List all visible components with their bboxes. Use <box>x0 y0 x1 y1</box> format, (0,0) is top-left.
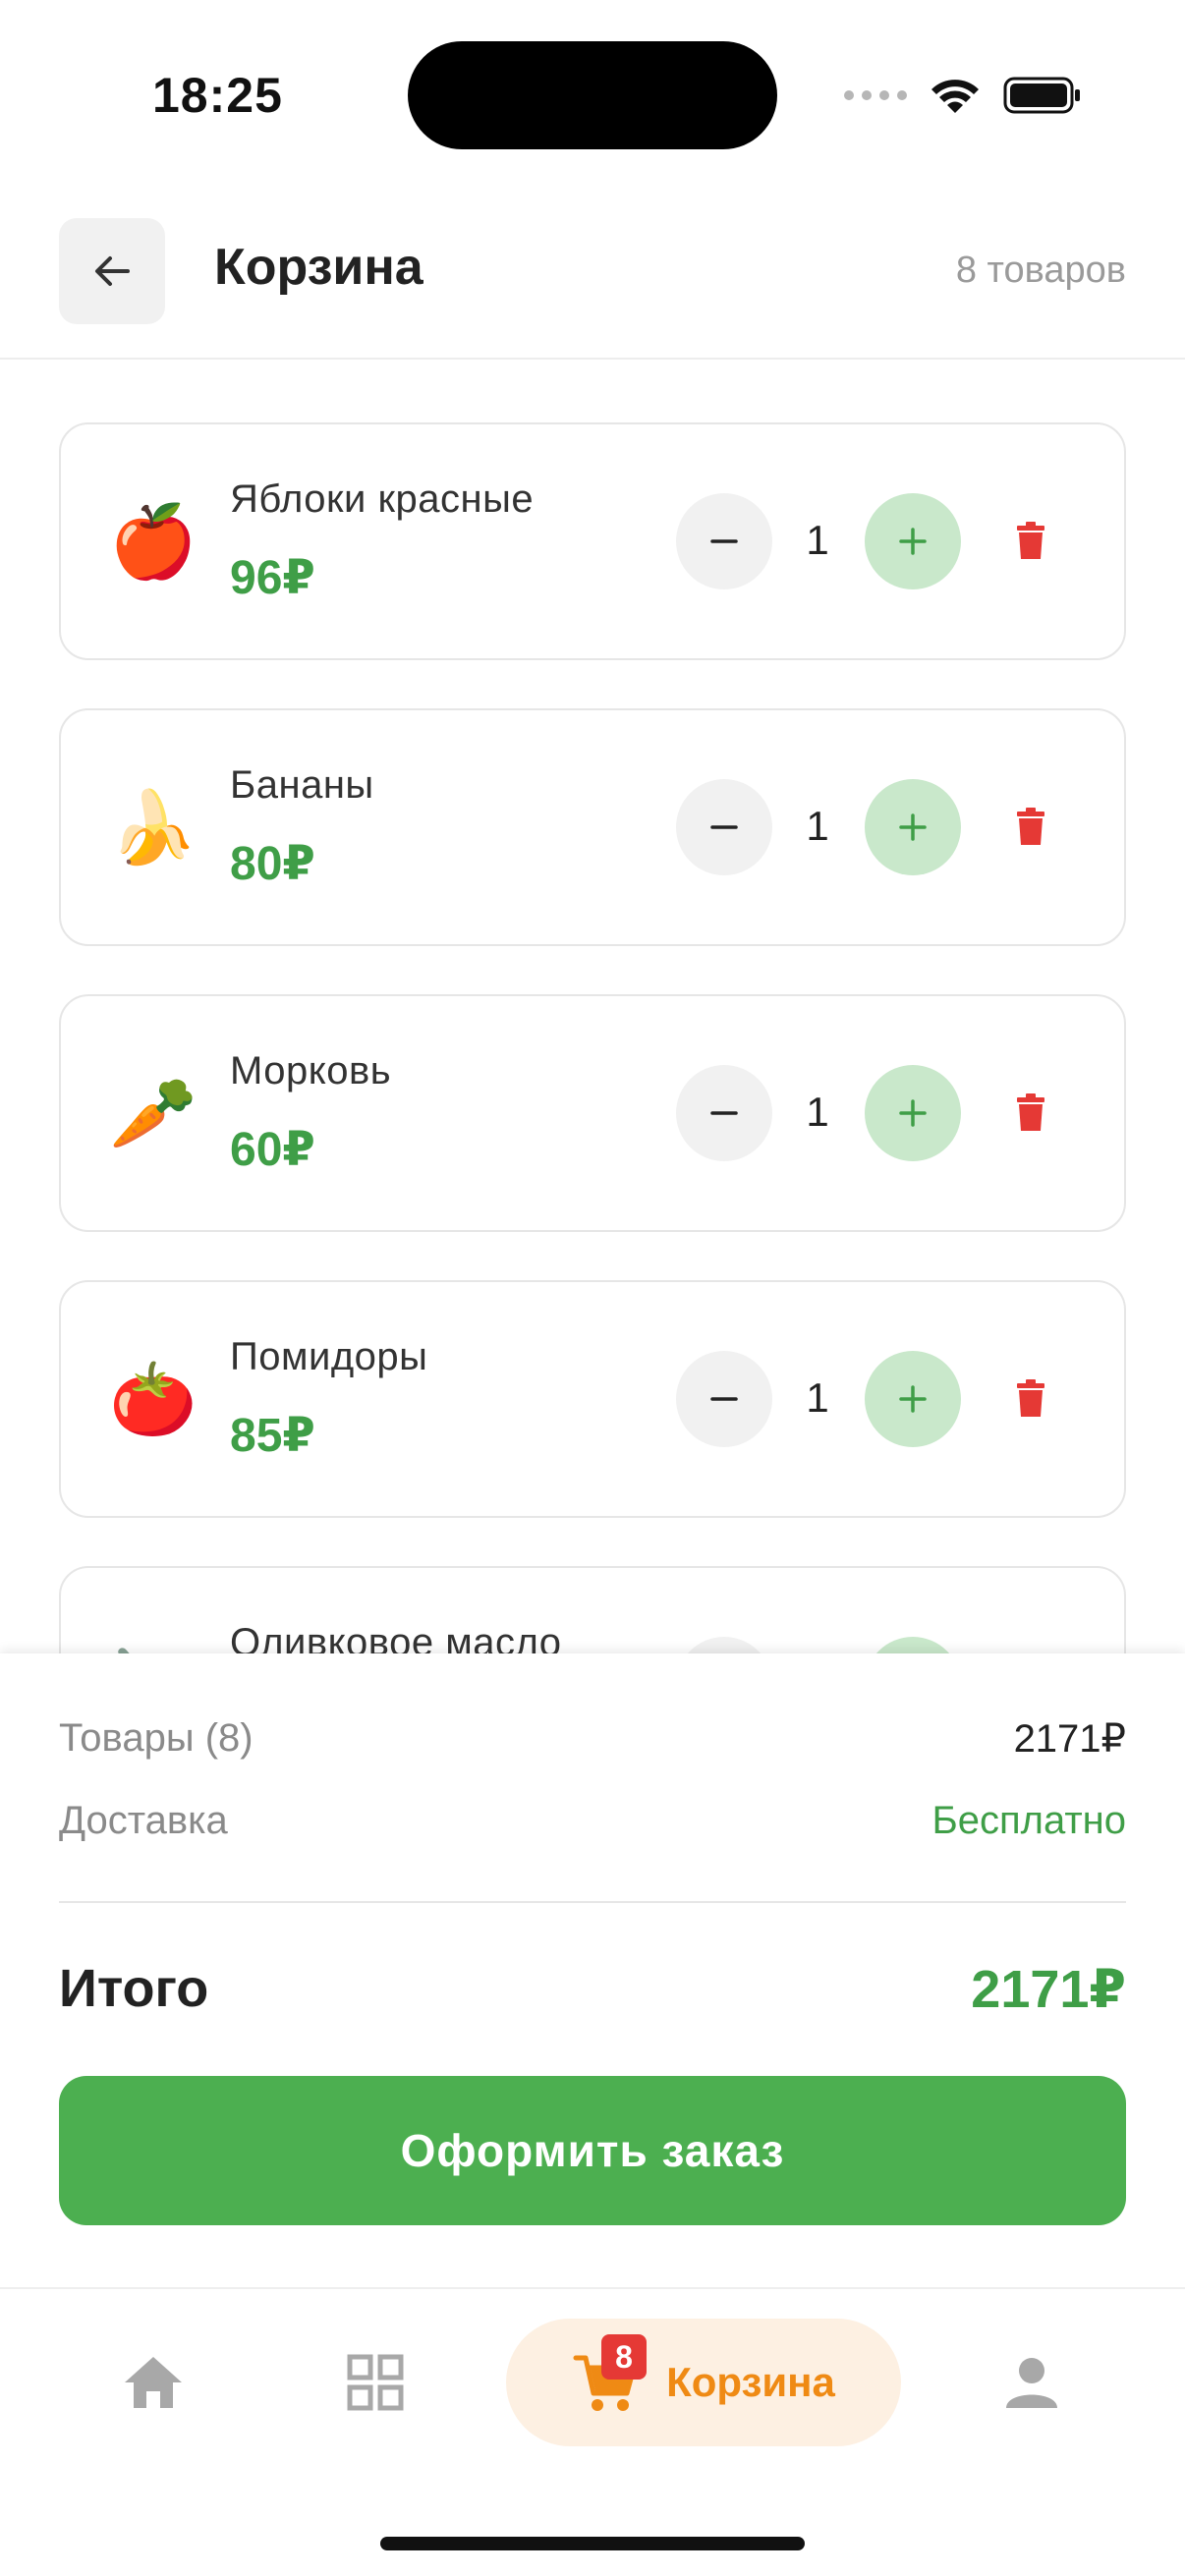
cart-badge: 8 <box>601 2334 648 2380</box>
carrot-icon: 🥕 <box>109 1075 198 1153</box>
product-price: 80₽ <box>230 838 315 890</box>
increase-quantity-button[interactable] <box>865 493 961 589</box>
trash-icon <box>1017 808 1044 845</box>
minus-icon <box>710 1397 738 1401</box>
product-price: 60₽ <box>230 1124 315 1176</box>
minus-icon <box>710 539 738 543</box>
decrease-quantity-button[interactable] <box>676 1351 772 1447</box>
tomato-icon: 🍅 <box>109 1361 198 1439</box>
home-indicator <box>380 2537 805 2550</box>
order-summary: Товары (8) 2171₽ Доставка Бесплатно Итог… <box>0 1653 1185 2287</box>
delete-item-button[interactable] <box>1008 1376 1053 1422</box>
product-name: Оливковое масло <box>230 1621 562 1653</box>
arrow-left-icon <box>95 256 130 286</box>
banana-icon: 🍌 <box>109 789 198 868</box>
plus-icon <box>899 1099 927 1127</box>
product-name: Бананы <box>230 763 374 807</box>
cart-icon-wrapper: 8 <box>572 2334 648 2417</box>
trash-icon <box>1017 1093 1044 1131</box>
header: Корзина 8 товаров <box>0 187 1185 360</box>
decrease-quantity-button[interactable] <box>676 1637 772 1653</box>
delete-item-button[interactable] <box>1008 805 1053 850</box>
product-name: Помидоры <box>230 1335 428 1378</box>
cart-item: 🥕 Морковь 60₽ 1 <box>59 994 1126 1232</box>
nav-profile[interactable] <box>973 2319 1091 2446</box>
divider <box>59 1901 1126 1903</box>
bottom-nav: 8 Корзина <box>0 2287 1185 2576</box>
quantity-value: 1 <box>806 1374 829 1421</box>
wifi-icon <box>931 80 979 113</box>
product-price: 85₽ <box>230 1410 315 1462</box>
cart-item: 🫒 Оливковое масло 1 <box>59 1566 1126 1653</box>
quantity-value: 1 <box>806 803 829 849</box>
goods-value: 2171₽ <box>1013 1717 1126 1761</box>
checkout-button[interactable]: Оформить заказ <box>59 2076 1126 2225</box>
increase-quantity-button[interactable] <box>865 1637 961 1653</box>
nav-cart-label: Корзина <box>666 2359 835 2405</box>
profile-icon <box>1006 2358 1057 2408</box>
delivery-value: Бесплатно <box>931 1799 1126 1842</box>
nav-catalog[interactable] <box>316 2319 434 2446</box>
plus-icon <box>899 528 927 555</box>
decrease-quantity-button[interactable] <box>676 1065 772 1161</box>
total-value: 2171₽ <box>971 1960 1126 2019</box>
delivery-label: Доставка <box>59 1799 228 1842</box>
delete-item-button[interactable] <box>1008 1091 1053 1136</box>
page-title: Корзина <box>214 239 423 296</box>
goods-label: Товары (8) <box>59 1716 254 1760</box>
battery-icon <box>1003 77 1080 114</box>
status-time: 18:25 <box>152 68 283 123</box>
back-button[interactable] <box>59 218 165 324</box>
increase-quantity-button[interactable] <box>865 779 961 875</box>
olive-oil-icon: 🫒 <box>106 1639 200 1653</box>
cart-list[interactable]: 🍎 Яблоки красные 96₽ 1 🍌 Бананы 80₽ 1 🥕 … <box>0 362 1185 1653</box>
dynamic-island <box>408 41 777 149</box>
product-price: 96₽ <box>230 552 315 604</box>
decrease-quantity-button[interactable] <box>676 779 772 875</box>
total-label: Итого <box>59 1959 209 2018</box>
total-row: Итого 2171₽ <box>59 1958 1126 2020</box>
cart-item: 🍅 Помидоры 85₽ 1 <box>59 1280 1126 1518</box>
cart-item: 🍌 Бананы 80₽ 1 <box>59 708 1126 946</box>
nav-cart[interactable]: 8 Корзина <box>506 2319 901 2446</box>
decrease-quantity-button[interactable] <box>676 493 772 589</box>
quantity-value: 1 <box>806 1089 829 1135</box>
cart-item: 🍎 Яблоки красные 96₽ 1 <box>59 422 1126 660</box>
product-name: Яблоки красные <box>230 477 535 521</box>
grid-icon <box>347 2354 404 2411</box>
goods-row: Товары (8) 2171₽ <box>59 1716 1126 1762</box>
plus-icon <box>899 813 927 841</box>
delivery-row: Доставка Бесплатно <box>59 1799 1126 1843</box>
trash-icon <box>1017 1379 1044 1417</box>
home-icon <box>125 2357 182 2408</box>
trash-icon <box>1017 522 1044 559</box>
cellular-signal-icon <box>844 90 907 100</box>
nav-home[interactable] <box>94 2319 212 2446</box>
status-bar: 18:25 <box>0 0 1185 187</box>
minus-icon <box>710 1111 738 1115</box>
delete-item-button[interactable] <box>1008 519 1053 564</box>
increase-quantity-button[interactable] <box>865 1351 961 1447</box>
apple-icon: 🍎 <box>109 503 198 582</box>
product-name: Морковь <box>230 1049 392 1092</box>
item-count: 8 товаров <box>955 250 1126 291</box>
minus-icon <box>710 825 738 829</box>
increase-quantity-button[interactable] <box>865 1065 961 1161</box>
quantity-value: 1 <box>806 517 829 563</box>
status-icons <box>844 71 1082 120</box>
plus-icon <box>899 1385 927 1413</box>
